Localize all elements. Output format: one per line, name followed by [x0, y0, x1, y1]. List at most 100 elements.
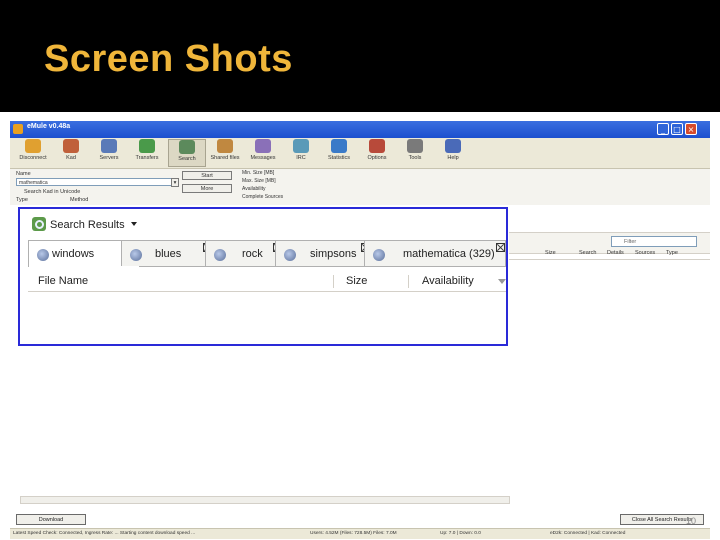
- toolbar-label: Search: [178, 156, 196, 162]
- status-bar: Latest Speed Check: Connected, Ingress R…: [10, 528, 710, 539]
- option-availability[interactable]: Availability: [242, 186, 266, 192]
- name-label: Name: [16, 171, 31, 177]
- toolbar-label: Options: [367, 155, 387, 161]
- sort-arrow-icon: [498, 279, 506, 284]
- status-log: Latest Speed Check: Connected, Ingress R…: [13, 531, 196, 536]
- toolbar-button-tools[interactable]: Tools: [396, 139, 434, 167]
- tab-label: simpsons: [310, 248, 357, 260]
- tab-blues[interactable]: blues: [121, 240, 212, 266]
- search-results-title: Search Results: [50, 219, 125, 231]
- tools-icon: [407, 139, 423, 153]
- option-max-size[interactable]: Max. Size [MB]: [242, 178, 276, 184]
- search-icon: [179, 140, 195, 154]
- chevron-down-icon[interactable]: [131, 222, 137, 226]
- tab-label: windows: [52, 248, 95, 260]
- toolbar-button-messages[interactable]: Messages: [244, 139, 282, 167]
- tab-label: blues: [155, 248, 182, 260]
- transfers-icon: [139, 139, 155, 153]
- toolbar-label: Statistics: [327, 155, 350, 161]
- search-name-input[interactable]: mathematica: [16, 178, 176, 186]
- help-icon: [445, 139, 461, 153]
- window-title-bar[interactable]: eMule v0.48a _ □ ×: [10, 121, 710, 138]
- type-label: Type: [16, 197, 28, 203]
- toolbar-button-irc[interactable]: IRC: [282, 139, 320, 167]
- close-tab-icon[interactable]: [496, 243, 505, 252]
- search-results-icon: [32, 217, 46, 231]
- slide-title: Screen Shots: [44, 38, 293, 80]
- column-file-name[interactable]: File Name: [38, 275, 88, 287]
- toolbar-label: Disconnect: [19, 155, 47, 161]
- toolbar-label: Servers: [99, 155, 119, 161]
- tab-mathematica[interactable]: mathematica (329): [364, 240, 506, 266]
- search-tab-icon: [373, 249, 385, 261]
- toolbar-label: Messages: [250, 155, 276, 161]
- column-type-right[interactable]: Type: [666, 250, 678, 256]
- toolbar-button-search[interactable]: Search: [168, 139, 206, 167]
- column-separator[interactable]: [333, 275, 334, 288]
- toolbar-button-servers[interactable]: Servers: [90, 139, 128, 167]
- toolbar-label: Transfers: [135, 155, 159, 161]
- toolbar-button-disconnect[interactable]: Disconnect: [14, 139, 52, 167]
- download-button[interactable]: Download: [16, 514, 86, 525]
- column-sources-right[interactable]: Sources: [635, 250, 655, 256]
- application-screenshot: eMule v0.48a _ □ × Disconnect Kad Servers T…: [0, 112, 720, 540]
- toolbar-button-kad[interactable]: Kad: [52, 139, 90, 167]
- status-connection: eD2k: Connected | Kad: Connected: [550, 531, 626, 536]
- column-size-right[interactable]: Size: [545, 250, 556, 256]
- close-button[interactable]: ×: [685, 123, 697, 135]
- search-parameters: Name mathematica ▾ Search Kad in Unicode…: [10, 169, 710, 205]
- statistics-icon: [331, 139, 347, 153]
- name-dropdown-button[interactable]: ▾: [171, 178, 179, 187]
- search-tab-icon: [214, 249, 226, 261]
- slide-page-number: 10: [686, 516, 697, 526]
- option-min-size[interactable]: Min. Size [MB]: [242, 170, 274, 176]
- toolbar-button-statistics[interactable]: Statistics: [320, 139, 358, 167]
- search-results-header: Search Results: [20, 209, 506, 236]
- main-toolbar: Disconnect Kad Servers Transfers Search Share…: [10, 138, 710, 169]
- messages-icon: [255, 139, 271, 153]
- toolbar-button-shared-files[interactable]: Shared files: [206, 139, 244, 167]
- search-tab-icon: [130, 249, 142, 261]
- kad-icon: [63, 139, 79, 153]
- tab-label: rock: [242, 248, 263, 260]
- column-separator[interactable]: [408, 275, 409, 288]
- horizontal-scrollbar[interactable]: [20, 496, 510, 504]
- options-icon: [369, 139, 385, 153]
- option-complete-sources[interactable]: Complete Sources: [242, 194, 283, 200]
- column-search-right[interactable]: Search: [579, 250, 596, 256]
- toolbar-label: IRC: [296, 155, 306, 161]
- column-details-right[interactable]: Details: [607, 250, 624, 256]
- toolbar-label: Kad: [66, 155, 76, 161]
- toolbar-label: Help: [447, 155, 459, 161]
- app-icon: [13, 124, 23, 134]
- filter-input[interactable]: Filter: [611, 236, 697, 247]
- more-button[interactable]: More: [182, 184, 232, 193]
- disconnect-icon: [25, 139, 41, 153]
- tab-simpsons[interactable]: simpsons: [275, 240, 370, 266]
- toolbar-button-help[interactable]: Help: [434, 139, 472, 167]
- irc-icon: [293, 139, 309, 153]
- tab-rock[interactable]: rock: [205, 240, 282, 266]
- status-transfer-rate: Up: 7.0 | Down: 0.0: [440, 531, 481, 536]
- minimize-button[interactable]: _: [657, 123, 669, 135]
- search-tab-icon: [37, 249, 49, 261]
- search-tabs: windows blues rock simpsons mathematica: [28, 240, 506, 267]
- results-column-headers: File Name Size Availability: [28, 273, 506, 292]
- method-label: Method: [70, 197, 89, 203]
- right-column-headers: Size Search Details Sources Type: [509, 249, 710, 260]
- shared-files-icon: [217, 139, 233, 153]
- toolbar-button-transfers[interactable]: Transfers: [128, 139, 166, 167]
- status-users: Users: 4.52M (Files: 728.5M) Files: 7.0M: [310, 531, 397, 536]
- search-tab-icon: [284, 249, 296, 261]
- search-results-zoom: Search Results windows blues rock simpso…: [18, 207, 508, 346]
- toolbar-label: Tools: [408, 155, 422, 161]
- results-list-area[interactable]: [10, 348, 710, 500]
- toolbar-button-options[interactable]: Options: [358, 139, 396, 167]
- toolbar-label: Shared files: [210, 155, 240, 161]
- maximize-button[interactable]: □: [671, 123, 683, 135]
- window-title: eMule v0.48a: [27, 123, 71, 130]
- start-button[interactable]: Start: [182, 171, 232, 180]
- unicode-checkbox-label[interactable]: Search Kad in Unicode: [24, 189, 80, 195]
- column-size[interactable]: Size: [346, 275, 367, 287]
- column-availability[interactable]: Availability: [422, 275, 474, 287]
